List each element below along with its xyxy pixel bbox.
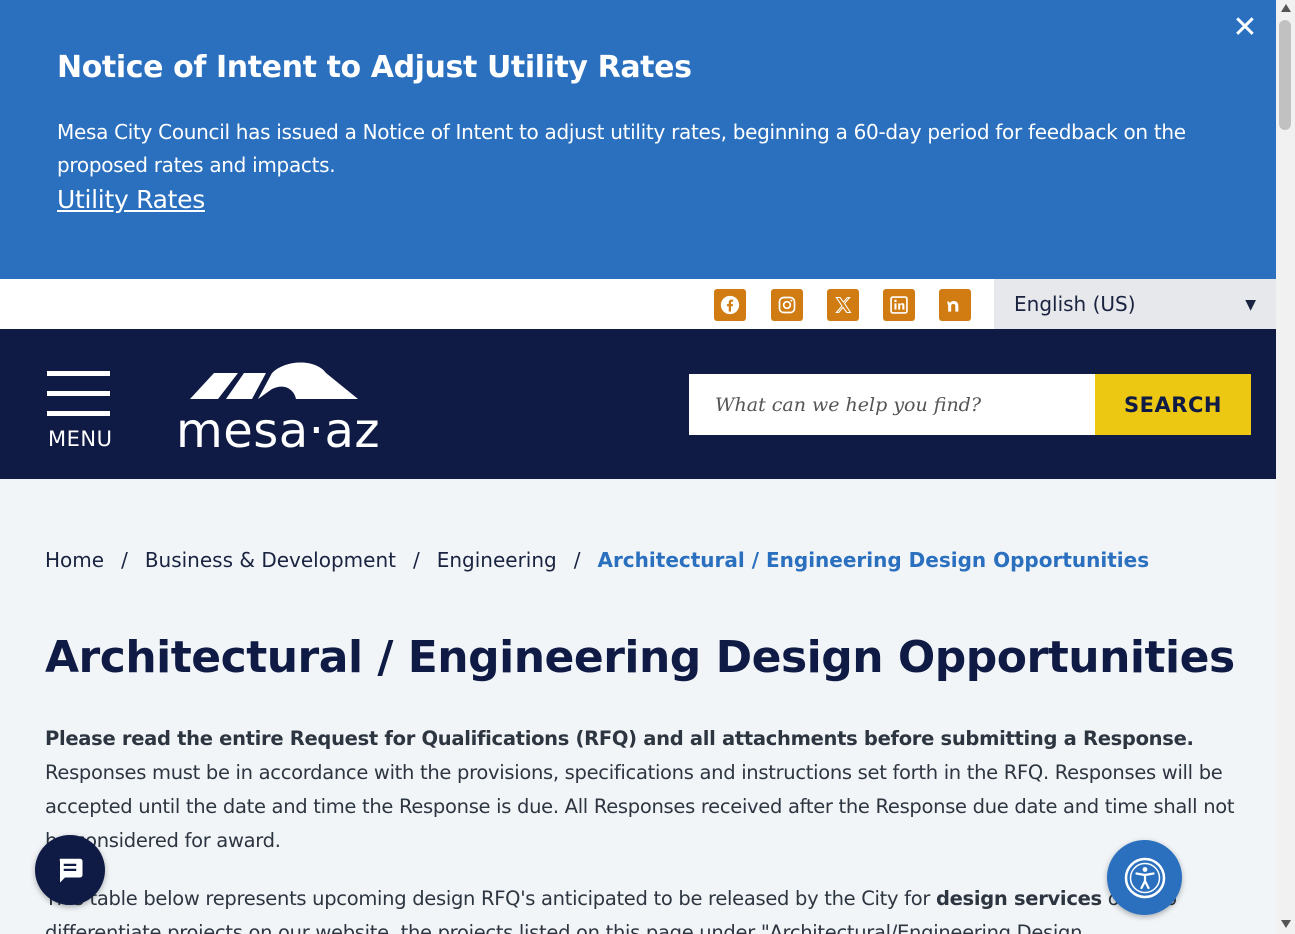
language-value: English (US) (1014, 292, 1136, 316)
accessibility-icon (1124, 857, 1165, 898)
breadcrumb-current: Architectural / Engineering Design Oppor… (597, 548, 1150, 572)
scroll-down-icon[interactable] (1281, 920, 1291, 928)
alert-body: Mesa City Council has issued a Notice of… (57, 120, 1186, 177)
search-button[interactable]: SEARCH (1095, 374, 1251, 435)
utility-bar: English (US) ▼ (0, 279, 1276, 329)
scrollbar[interactable] (1276, 0, 1295, 934)
breadcrumb-home[interactable]: Home (45, 548, 104, 572)
scroll-up-icon[interactable] (1281, 4, 1291, 12)
rfq-instructions: Please read the entire Request for Quali… (45, 722, 1235, 858)
accessibility-button[interactable] (1107, 840, 1182, 915)
page-title: Architectural / Engineering Design Oppor… (45, 632, 1235, 683)
instagram-icon[interactable] (771, 289, 803, 321)
nextdoor-icon[interactable] (939, 289, 971, 321)
logo-mark-icon (190, 362, 358, 399)
alert-banner: ✕ Notice of Intent to Adjust Utility Rat… (0, 0, 1276, 279)
menu-label: MENU (48, 427, 113, 451)
chat-button[interactable] (35, 835, 105, 905)
table-intro-bold: design services (935, 887, 1102, 910)
table-intro-start: This table below represents upcoming des… (45, 887, 936, 910)
breadcrumb: Home / Business & Development / Engineer… (45, 548, 1149, 572)
breadcrumb-separator: / (412, 548, 420, 572)
breadcrumb-engineering[interactable]: Engineering (437, 548, 557, 572)
facebook-icon[interactable] (714, 289, 746, 321)
chat-icon (59, 858, 83, 883)
hamburger-line (47, 391, 110, 396)
rfq-instructions-text: Responses must be in accordance with the… (45, 761, 1235, 852)
logo-text: mesa·az (176, 403, 381, 459)
rfq-instructions-bold: Please read the entire Request for Quali… (45, 727, 1194, 750)
menu-button[interactable]: MENU (47, 371, 113, 453)
breadcrumb-separator: / (121, 548, 128, 572)
breadcrumb-separator: / (573, 548, 581, 572)
search-input[interactable] (689, 374, 1095, 435)
hamburger-line (47, 411, 110, 416)
breadcrumb-business[interactable]: Business & Development (145, 548, 396, 572)
site-header: MENU mesa·az SEARCH (0, 329, 1276, 479)
utility-rates-link[interactable]: Utility Rates (57, 185, 205, 214)
alert-title: Notice of Intent to Adjust Utility Rates (57, 50, 692, 85)
mesa-logo[interactable]: mesa·az (176, 359, 380, 459)
caret-down-icon: ▼ (1245, 297, 1256, 313)
x-icon[interactable] (827, 289, 859, 321)
table-intro: This table below represents upcoming des… (45, 882, 1235, 934)
hamburger-icon (47, 371, 110, 376)
scroll-thumb[interactable] (1279, 20, 1291, 130)
language-select[interactable]: English (US) ▼ (994, 279, 1276, 329)
linkedin-icon[interactable] (883, 289, 915, 321)
close-alert-button[interactable]: ✕ (1229, 12, 1261, 44)
